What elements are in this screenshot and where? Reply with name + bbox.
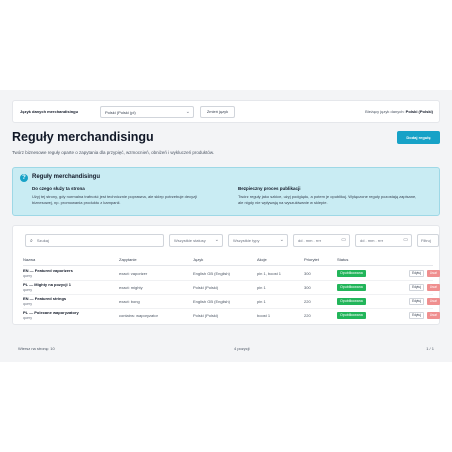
rule-actions: boost 1 (257, 313, 271, 318)
page-indicator: 1 / 1 (426, 346, 434, 351)
column-header-priority: Priorytet (304, 257, 319, 262)
info-title: Reguły merchandisingu (32, 174, 101, 180)
status-filter-value: Wszystkie statusy (174, 238, 206, 243)
type-filter[interactable]: Wszystkie typy ⌄ (228, 234, 288, 247)
date-from-input[interactable]: dd . mm . rrrr ▭ (293, 234, 350, 247)
rule-name-text: EN — Featured strings (23, 296, 67, 301)
type-filter-value: Wszystkie typy (233, 238, 260, 243)
rule-query: exact: vaporizer (119, 271, 148, 276)
status-badge: Opublikowana (337, 284, 366, 291)
column-header-status: Status (337, 257, 349, 262)
language-label: Język danych merchandisingu (20, 109, 79, 114)
info-column-purpose: Do czego służy ta strona Użyj tej strony… (32, 186, 212, 206)
current-language-value: Polski (Polski) (405, 109, 433, 114)
rule-priority: 300 (304, 271, 311, 276)
rule-language: Polski (Polski) (193, 313, 219, 318)
delete-button[interactable]: Usuń (427, 298, 440, 305)
status-badge: Opublikowana (337, 270, 366, 277)
chevron-down-icon: ⌄ (214, 237, 219, 243)
language-select-value: Polski (Polski (pl) (105, 110, 136, 115)
rule-name: EN — Featured strings query (23, 296, 66, 306)
info-col2-text: Twórz reguły jako szkice, użyj podglądu,… (238, 194, 417, 205)
rule-name: PL — Polecane waporyzatory query (23, 310, 79, 320)
chevron-down-icon: ⌄ (279, 237, 284, 243)
info-col1-text: Użyj tej strony, gdy normalna trafność j… (32, 194, 197, 205)
rule-language: English GB (English) (193, 271, 230, 276)
calendar-icon: ▭ (341, 237, 346, 243)
rule-language: English GB (English) (193, 299, 230, 304)
item-count: 4 pozycji (234, 346, 250, 351)
rule-query: exact: mighty (119, 285, 143, 290)
rule-actions: pin 1 (257, 299, 266, 304)
table-row[interactable]: EN — Featured strings query exact: bong E… (23, 295, 440, 309)
rows-per-page[interactable]: Wiersz na stronę: 10 (18, 346, 55, 351)
chevron-down-icon: ⌄ (185, 109, 190, 115)
info-col1-title: Do czego służy ta strona (32, 186, 85, 191)
filter-button[interactable]: Filtruj (417, 234, 439, 247)
delete-button[interactable]: Usuń (427, 270, 440, 277)
edit-button[interactable]: Edytuj (409, 270, 424, 277)
calendar-icon: ▭ (403, 237, 408, 243)
rule-priority: 220 (304, 313, 311, 318)
change-language-button[interactable]: Zmień język (200, 106, 235, 118)
date-to-input[interactable]: dd . mm . rrrr ▭ (355, 234, 412, 247)
info-column-publish: Bezpieczny proces publikacji Twórz reguł… (238, 186, 418, 206)
rule-query: exact: bong (119, 299, 140, 304)
status-filter[interactable]: Wszystkie statusy ⌄ (169, 234, 223, 247)
rule-type: query (23, 274, 32, 278)
rule-name-text: EN — Featured vaporizers (23, 268, 73, 273)
rule-query: contains: waporyzator (119, 313, 158, 318)
edit-button[interactable]: Edytuj (409, 284, 424, 291)
rule-type: query (23, 302, 32, 306)
column-header-name: Nazwa (23, 257, 36, 262)
rule-type: query (23, 316, 32, 320)
edit-button[interactable]: Edytuj (409, 312, 424, 319)
search-input[interactable]: ⌕ Szukaj (25, 234, 164, 247)
current-language-label: Bieżący język danych: (365, 109, 405, 114)
edit-button[interactable]: Edytuj (409, 298, 424, 305)
rule-language: Polski (Polski) (193, 285, 219, 290)
rules-table-card: ⌕ Szukaj Wszystkie statusy ⌄ Wszystkie ty… (12, 225, 440, 325)
table-header: Nazwa Zapytanie Język Akcje Priorytet St… (23, 256, 433, 266)
rule-priority: 300 (304, 285, 311, 290)
status-badge: Opublikowana (337, 312, 366, 319)
rule-priority: 220 (304, 299, 311, 304)
status-badge: Opublikowana (337, 298, 366, 305)
rule-name: EN — Featured vaporizers query (23, 268, 73, 278)
app-main: Język danych merchandisingu Polski (Pols… (0, 90, 452, 362)
current-language: Bieżący język danych: Polski (Polski) (365, 109, 433, 114)
rule-name-text: PL — Mighty na pozycji 1 (23, 282, 71, 287)
info-box: ? Reguły merchandisingu Do czego służy t… (12, 167, 440, 216)
column-header-query: Zapytanie (119, 257, 137, 262)
rule-name: PL — Mighty na pozycji 1 query (23, 282, 71, 292)
table-row[interactable]: PL — Polecane waporyzatory query contains… (23, 309, 440, 323)
page-title: Reguły merchandisingu (12, 130, 154, 144)
rule-actions: pin 1 (257, 285, 266, 290)
rule-type: query (23, 288, 32, 292)
language-select[interactable]: Polski (Polski (pl) ⌄ (100, 106, 194, 118)
date-to-placeholder: dd . mm . rrrr (360, 238, 384, 243)
question-icon: ? (20, 174, 28, 182)
column-header-language: Język (193, 257, 204, 262)
info-col2-title: Bezpieczny proces publikacji (238, 186, 301, 191)
rule-actions: pin 1, boost 1 (257, 271, 282, 276)
language-bar: Język danych merchandisingu Polski (Pols… (12, 100, 440, 123)
search-placeholder: Szukaj (36, 238, 49, 243)
table-row[interactable]: EN — Featured vaporizers query exact: vap… (23, 267, 440, 281)
rule-name-text: PL — Polecane waporyzatory (23, 310, 79, 315)
page-description: Twórz biznesowe reguły oparte o zapytani… (12, 150, 215, 155)
delete-button[interactable]: Usuń (427, 284, 440, 291)
table-row[interactable]: PL — Mighty na pozycji 1 query exact: mig… (23, 281, 440, 295)
date-from-placeholder: dd . mm . rrrr (298, 238, 322, 243)
add-rule-button[interactable]: Dodaj regułę (397, 131, 440, 144)
delete-button[interactable]: Usuń (427, 312, 440, 319)
search-icon: ⌕ (30, 238, 33, 244)
column-header-actions: Akcje (257, 257, 267, 262)
